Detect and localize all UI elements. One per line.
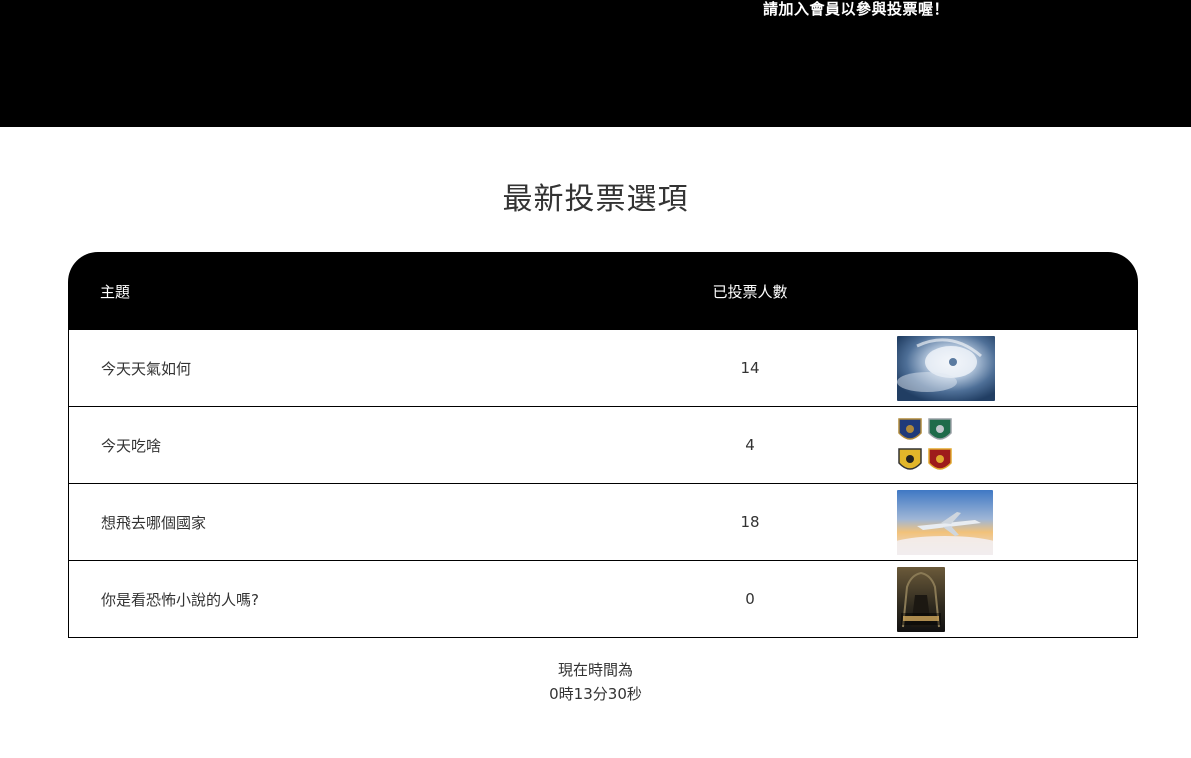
table-header-row: 主題 已投票人數 [68,252,1138,330]
house-crests-image [898,417,952,470]
column-header-vote-count: 已投票人數 [611,252,889,330]
time-label: 現在時間為 [557,661,633,679]
time-value: 0時13分30秒 [549,685,642,703]
table-row[interactable]: 想飛去哪個國家 18 [68,484,1138,561]
airplane-sunset-image [897,489,993,555]
page-title: 最新投票選項 [502,182,689,217]
vote-topics-table: 主題 已投票人數 今天天氣如何 14 今天吃啥 4 想飛去哪個國家 18 你是看… [68,252,1138,638]
vote-count: 18 [611,484,889,561]
member-notice: 請加入會員以參與投票喔！ [763,0,950,18]
topic-link[interactable]: 想飛去哪個國家 [68,484,611,561]
column-header-image [889,252,1138,330]
table-row[interactable]: 你是看恐怖小說的人嗎? 0 [68,561,1138,638]
current-time-display: 現在時間為 0時13分30秒 [0,658,1191,706]
top-header-bar: 請加入會員以參與投票喔！ [0,0,1191,127]
topic-link[interactable]: 你是看恐怖小說的人嗎? [68,561,611,638]
vote-count: 4 [611,407,889,484]
table-row[interactable]: 今天吃啥 4 [68,407,1138,484]
hurricane-satellite-image [897,335,995,401]
vote-count: 14 [611,330,889,407]
vote-count: 0 [611,561,889,638]
column-header-topic: 主題 [68,252,611,330]
table-row[interactable]: 今天天氣如何 14 [68,330,1138,407]
horror-book-cover-image [897,566,945,632]
topic-link[interactable]: 今天吃啥 [68,407,611,484]
topic-link[interactable]: 今天天氣如何 [68,330,611,407]
